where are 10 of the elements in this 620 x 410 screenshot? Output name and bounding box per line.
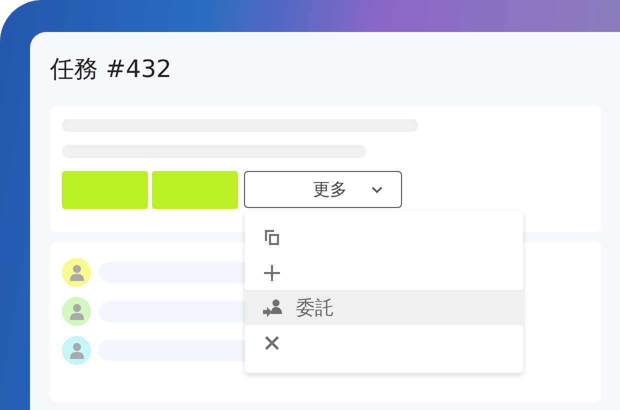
placeholder-button[interactable] — [152, 171, 238, 209]
copy-icon — [262, 228, 282, 248]
chevron-down-icon — [371, 186, 383, 194]
menu-item-label: 委託 — [296, 296, 334, 320]
plus-icon — [262, 262, 282, 282]
person-arrow-icon — [262, 298, 284, 318]
page-title: 任務 #432 — [50, 54, 173, 85]
more-button[interactable]: 更多 — [244, 171, 402, 208]
menu-item[interactable]: 委託 — [245, 290, 523, 325]
placeholder-button[interactable] — [62, 171, 148, 209]
